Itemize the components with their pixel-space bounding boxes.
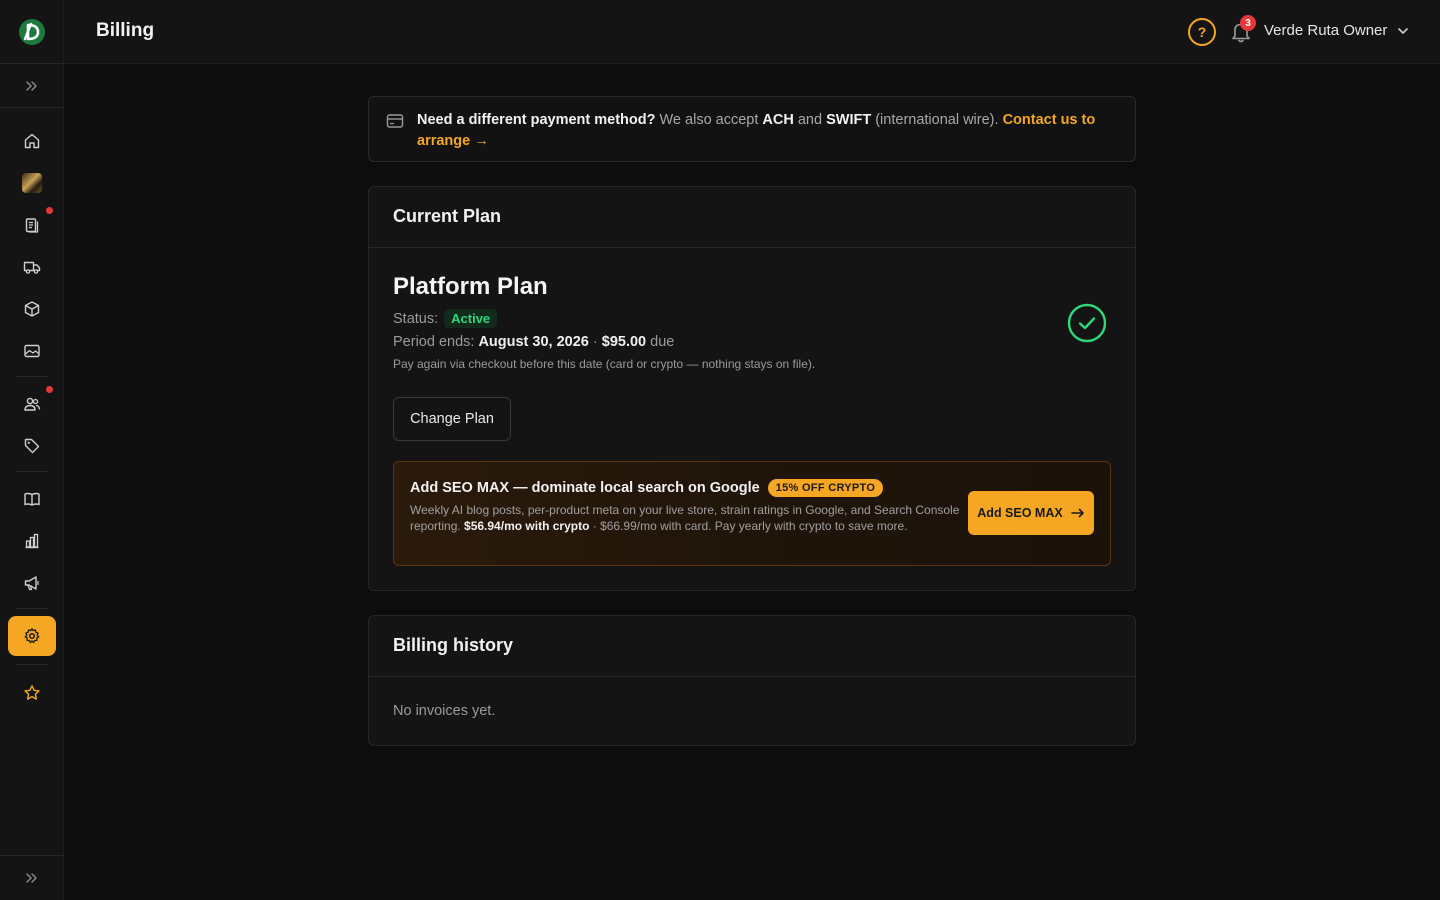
banner-text: (international wire). [871, 112, 1003, 128]
period-separator: · [588, 334, 602, 350]
banner-ach: ACH [762, 112, 794, 128]
home-icon [24, 133, 40, 149]
sidebar-item-promotions[interactable] [8, 426, 56, 466]
gallery-icon [24, 344, 40, 358]
sidebar-divider [16, 376, 48, 377]
marketing-megaphone-icon [24, 576, 39, 591]
plan-name: Platform Plan [393, 273, 548, 300]
package-icon [24, 301, 40, 317]
add-seo-max-label: Add SEO MAX [977, 506, 1063, 520]
banner-text: We also accept [655, 112, 763, 128]
brand-logo[interactable] [0, 0, 64, 64]
payment-method-banner: Need a different payment method? We also… [368, 96, 1136, 162]
plan-note: Pay again via checkout before this date … [393, 357, 816, 371]
period-label: Period ends: [393, 334, 479, 350]
current-plan-heading: Current Plan [369, 187, 1135, 248]
user-menu[interactable]: Verde Ruta Owner [1264, 22, 1409, 39]
orders-notification-dot [46, 207, 53, 214]
active-check-icon [1067, 303, 1107, 343]
sidebar-item-marketing[interactable] [8, 563, 56, 603]
no-invoices-message: No invoices yet. [393, 703, 496, 719]
promo-crypto-price: $56.94/mo with crypto [464, 519, 590, 533]
chevrons-right-icon [26, 873, 37, 883]
credit-card-icon [386, 114, 404, 128]
sidebar-divider [16, 471, 48, 472]
customers-icon [24, 397, 41, 411]
billing-history-card: Billing history No invoices yet. [368, 615, 1136, 746]
chevron-down-icon [1398, 27, 1409, 34]
delivery-truck-icon [23, 261, 41, 274]
sidebar-item-delivery[interactable] [8, 247, 56, 287]
orders-icon [25, 218, 39, 233]
add-seo-max-button[interactable]: Add SEO MAX [968, 491, 1094, 535]
user-name: Verde Ruta Owner [1264, 22, 1388, 39]
chevrons-right-icon [26, 80, 37, 91]
sidebar [0, 0, 64, 900]
sidebar-item-home[interactable] [8, 121, 56, 161]
sidebar-divider [16, 664, 48, 665]
question-mark-icon: ? [1197, 24, 1207, 40]
status-label: Status: [393, 310, 439, 327]
logo-icon [19, 18, 45, 45]
top-header: Billing ? 3 Verde Ruta Owner [64, 0, 1440, 64]
catalog-book-icon [24, 492, 40, 506]
sidebar-expand-button[interactable] [0, 64, 64, 108]
sidebar-item-favorites[interactable] [8, 673, 56, 713]
change-plan-button[interactable]: Change Plan [393, 397, 511, 441]
amount-due: $95.00 [601, 334, 647, 350]
crypto-discount-badge: 15% OFF CRYPTO [767, 479, 884, 497]
sidebar-item-analytics[interactable] [8, 521, 56, 561]
tag-icon [24, 438, 40, 454]
due-label: due [646, 334, 675, 350]
sidebar-collapse-button[interactable] [0, 855, 64, 900]
star-icon [24, 685, 40, 700]
banner-text: and [793, 112, 827, 128]
arrow-right-icon [1070, 508, 1084, 518]
sidebar-item-catalog[interactable] [8, 479, 56, 519]
current-plan-card: Current Plan Platform Plan Status: Activ… [368, 186, 1136, 591]
sidebar-item-settings[interactable] [8, 616, 56, 656]
plan-status-row: Status: Active [393, 309, 498, 328]
promo-description: Weekly AI blog posts, per-product meta o… [410, 502, 960, 534]
analytics-icon [25, 533, 39, 549]
sidebar-divider [16, 608, 48, 609]
promo-title-row: Add SEO MAX — dominate local search on G… [410, 479, 884, 497]
sidebar-item-media[interactable] [8, 331, 56, 371]
plan-period-row: Period ends: August 30, 2026 · $95.00 du… [393, 334, 674, 350]
help-button[interactable]: ? [1188, 18, 1216, 46]
page-title: Billing [96, 20, 155, 41]
product-image-icon [22, 173, 42, 193]
notification-count-badge: 3 [1240, 15, 1256, 31]
seo-max-promo: Add SEO MAX — dominate local search on G… [393, 461, 1111, 566]
banner-lead: Need a different payment method? [417, 112, 656, 128]
customers-notification-dot [46, 386, 53, 393]
sidebar-item-store-image[interactable] [8, 163, 56, 203]
period-date: August 30, 2026 [478, 334, 589, 350]
status-badge: Active [444, 309, 498, 328]
promo-desc-text: · $66.99/mo with card. Pay yearly with c… [589, 519, 908, 533]
sidebar-item-products[interactable] [8, 289, 56, 329]
settings-gear-icon [24, 628, 40, 644]
billing-history-heading: Billing history [369, 616, 1135, 677]
banner-swift: SWIFT [826, 112, 872, 128]
promo-title: Add SEO MAX — dominate local search on G… [410, 480, 760, 496]
